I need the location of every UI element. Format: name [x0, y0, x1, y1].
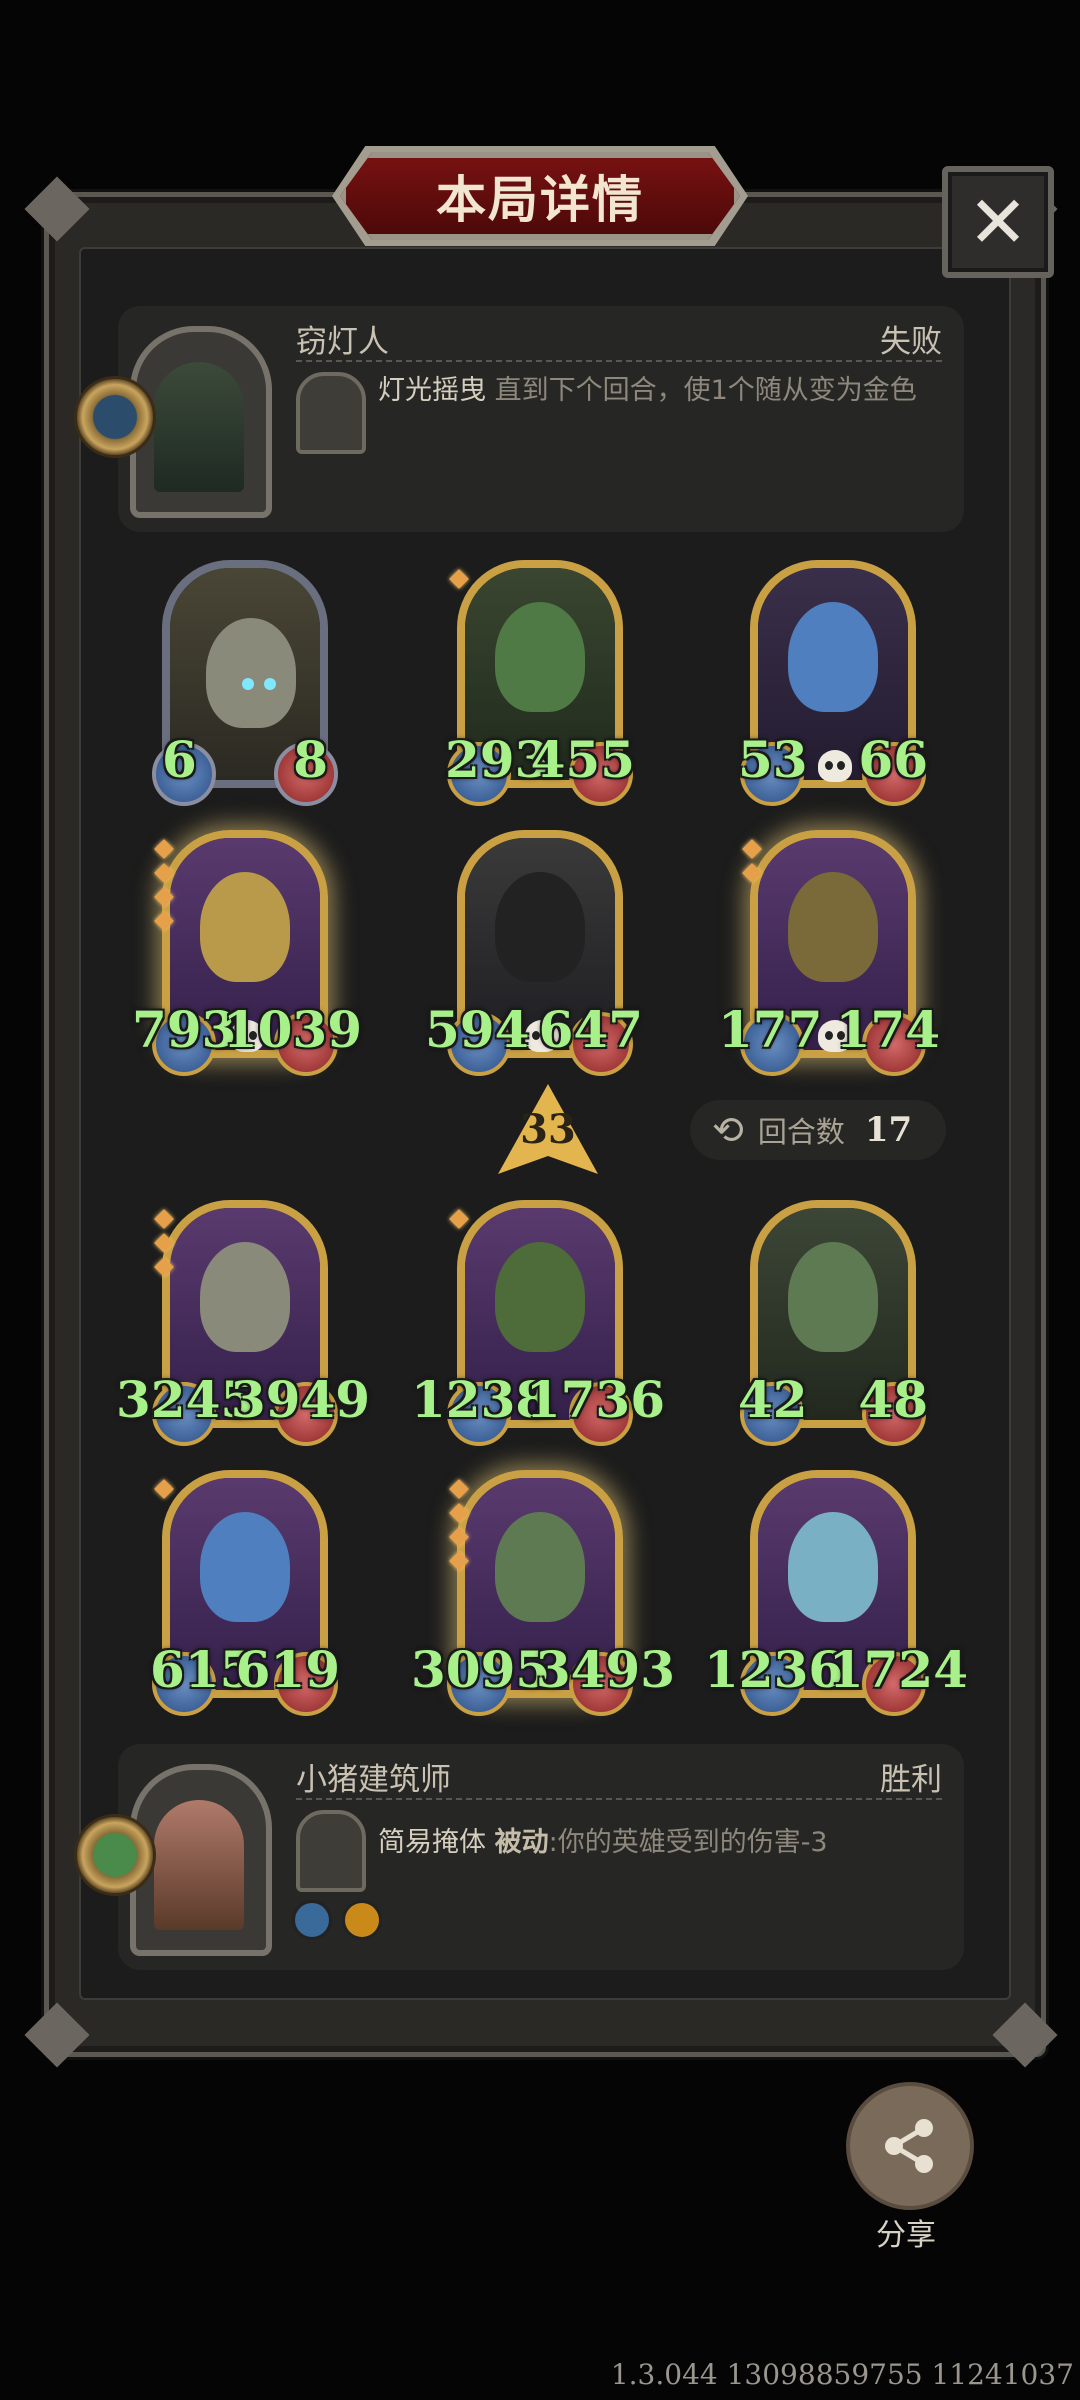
- minion-health: 647: [538, 1000, 643, 1059]
- close-button[interactable]: ✕: [942, 166, 1054, 278]
- player-skill-name: 简易掩体: [378, 1827, 486, 1858]
- minion-health: 1736: [525, 1370, 665, 1429]
- player-summary: 小猪建筑师 胜利 简易掩体 被动:你的英雄受到的伤害-3: [74, 1744, 964, 1970]
- hooded-thief-portrait: [154, 362, 244, 492]
- opponent-minion-card[interactable]: 53 66: [738, 560, 928, 806]
- golden-pips: [449, 1206, 469, 1236]
- opponent-result: 失败: [880, 324, 942, 360]
- page-title: 本局详情: [436, 171, 644, 229]
- minion-attack: 793: [132, 1000, 237, 1059]
- share-button[interactable]: [846, 2082, 974, 2210]
- shelter-skill-icon[interactable]: [296, 1810, 366, 1892]
- opponent-skill-effect: 直到下个回合，使1个随从变为金色: [494, 375, 917, 406]
- minion-health: 8: [293, 730, 328, 789]
- pocket-watch-icon: [74, 1814, 156, 1896]
- golden-pips: [742, 836, 762, 890]
- share-icon: [885, 2119, 933, 2173]
- opponent-minion-card[interactable]: 793 1039: [132, 830, 362, 1076]
- opponent-minion-card[interactable]: 293 455: [445, 560, 635, 806]
- tavern-tier-indicator: 33: [498, 1084, 598, 1174]
- share-label: 分享: [876, 2218, 936, 2253]
- minion-attack: 177: [718, 1000, 823, 1059]
- golden-pips: [154, 1206, 174, 1284]
- player-minion-card[interactable]: 1238 1736: [411, 1200, 665, 1446]
- player-minion-card[interactable]: 615 619: [150, 1470, 340, 1716]
- skull-icon: [818, 750, 852, 782]
- player-skill-effect: :你的英雄受到的伤害-3: [548, 1827, 828, 1858]
- minion-attack: 42: [738, 1370, 808, 1429]
- player-skill-description: 简易掩体 被动:你的英雄受到的伤害-3: [378, 1824, 934, 1862]
- tier-value: 33: [520, 1106, 576, 1153]
- lantern-skill-icon[interactable]: [296, 372, 366, 454]
- title-banner: 本局详情: [340, 152, 740, 240]
- player-minion-card[interactable]: 42 48: [738, 1200, 928, 1446]
- player-result: 胜利: [880, 1762, 942, 1798]
- player-skill-keyword: 被动: [494, 1827, 549, 1858]
- minion-health: 174: [835, 1000, 940, 1059]
- refresh-icon: ⟲: [712, 1108, 744, 1152]
- opponent-summary: 窃灯人 失败 灯光摇曳 直到下个回合，使1个随从变为金色: [74, 306, 964, 532]
- minion-attack: 594: [425, 1000, 530, 1059]
- minion-attack: 3095: [411, 1640, 551, 1699]
- turn-count-pill: ⟲ 回合数 17: [690, 1100, 946, 1160]
- golden-pips: [154, 1476, 174, 1506]
- minion-health: 3949: [230, 1370, 370, 1429]
- minion-health: 3493: [535, 1640, 675, 1699]
- sword-badge-icon[interactable]: [292, 1900, 332, 1940]
- player-name: 小猪建筑师: [296, 1762, 451, 1798]
- gold-badge-icon[interactable]: [342, 1900, 382, 1940]
- minion-health: 1724: [828, 1640, 968, 1699]
- golden-pips: [449, 566, 469, 596]
- minion-health: 619: [235, 1640, 340, 1699]
- player-avatar[interactable]: [74, 1764, 272, 1956]
- minion-attack: 6: [162, 730, 197, 789]
- player-minion-card[interactable]: 3245 3949: [116, 1200, 370, 1446]
- minion-health: 66: [858, 730, 928, 789]
- golden-pips: [154, 836, 174, 938]
- opponent-avatar[interactable]: [74, 326, 272, 518]
- turn-count-label: 回合数: [757, 1115, 845, 1149]
- minion-attack: 1236: [704, 1640, 844, 1699]
- opponent-minion-card[interactable]: 177 174: [718, 830, 940, 1076]
- minion-health: 455: [530, 730, 635, 789]
- minion-health: 48: [858, 1370, 928, 1429]
- opponent-skill-name: 灯光摇曳: [378, 375, 486, 406]
- opponent-name: 窃灯人: [296, 324, 389, 360]
- version-info: 1.3.044 13098859755 11241037: [610, 2358, 1074, 2391]
- opponent-skill-description: 灯光摇曳 直到下个回合，使1个随从变为金色: [378, 372, 934, 410]
- opponent-minion-card[interactable]: 6 8: [150, 560, 340, 806]
- player-minion-card[interactable]: 3095 3493: [411, 1470, 675, 1716]
- player-minion-card[interactable]: 1236 1724: [704, 1470, 968, 1716]
- turn-count-value: 17: [864, 1110, 913, 1150]
- opponent-minion-card[interactable]: 594 647: [425, 830, 643, 1076]
- pig-builder-portrait: [154, 1800, 244, 1930]
- close-icon: ✕: [967, 180, 1029, 264]
- golden-pips: [449, 1476, 469, 1578]
- pocket-watch-icon: [74, 376, 156, 458]
- minion-health: 1039: [222, 1000, 362, 1059]
- divider: [296, 360, 942, 362]
- divider: [296, 1798, 942, 1800]
- minion-attack: 53: [738, 730, 808, 789]
